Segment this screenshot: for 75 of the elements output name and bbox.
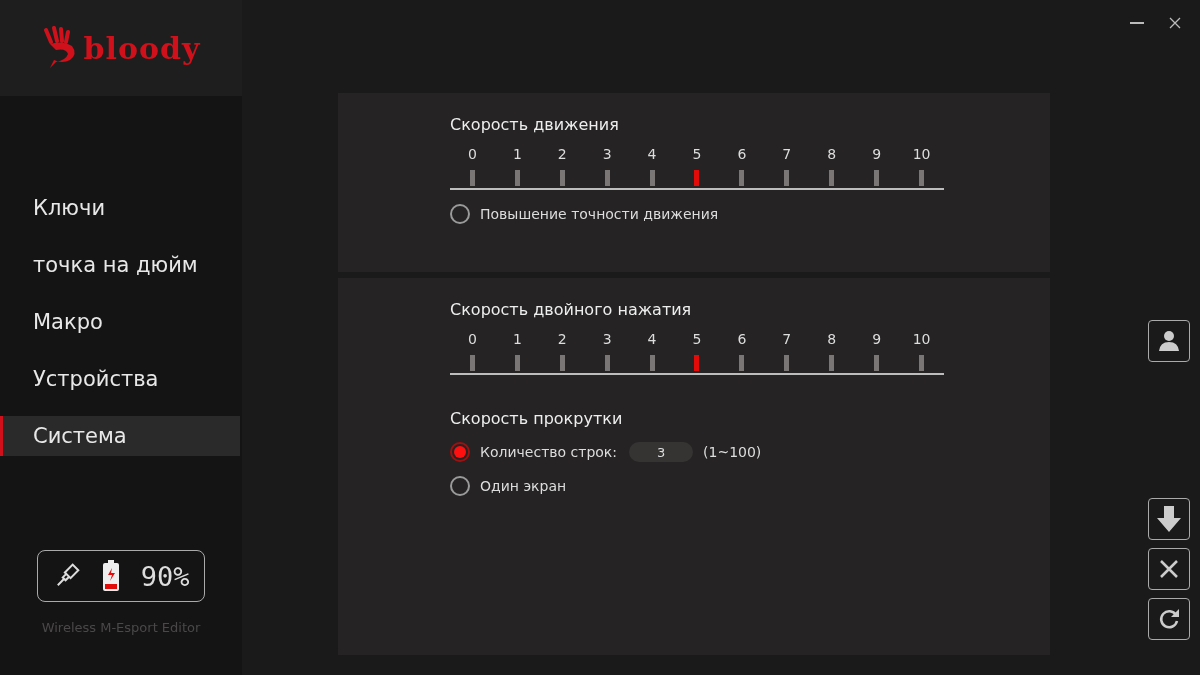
tick-mark[interactable] [919,355,925,371]
tick-mark[interactable] [469,355,475,371]
tick-mark[interactable] [919,170,925,186]
tick-mark[interactable] [784,170,790,186]
tick-label: 1 [512,331,522,347]
radio-button[interactable] [450,476,470,496]
tick-mark[interactable] [874,170,880,186]
tick-mark[interactable] [829,170,835,186]
tick-label: 0 [468,146,477,162]
sidebar-item[interactable]: Ключи [0,188,240,228]
tick-mark[interactable] [829,355,835,371]
tick-mark[interactable] [784,355,790,371]
battery-percentage: 90% [140,560,190,592]
tick-mark[interactable] [514,355,520,371]
tick-label: 9 [872,331,882,347]
tick-mark[interactable] [694,355,700,371]
tick-mark[interactable] [469,170,475,186]
tick-label: 6 [737,146,747,162]
option-label: Количество строк: [480,444,618,460]
profile-button[interactable] [1148,320,1190,362]
tick-label: 10 [912,331,931,347]
section-title: Скорость прокрутки [450,409,624,428]
tick-label: 5 [692,331,702,347]
minimize-icon [1130,22,1144,24]
tick-label: 4 [647,331,657,347]
input-field[interactable]: 3 [629,442,694,462]
tick-label: 3 [602,331,612,347]
sidebar-item[interactable]: точка на дюйм [0,245,240,285]
tick-label: 10 [912,146,931,162]
tick-label: 2 [557,146,567,162]
tick-mark[interactable] [874,355,880,371]
speed-scale[interactable]: 0 1 2 3 4 5 6 7 8 9 10 [450,146,944,190]
user-icon [1157,330,1181,352]
tick-label: 3 [602,146,612,162]
close-icon [1169,17,1181,29]
tick-label: 7 [782,146,792,162]
tick-mark[interactable] [649,170,655,186]
logo-text: bloody [83,30,201,66]
download-icon [1156,505,1182,533]
tick-mark[interactable] [604,355,610,371]
tick-mark[interactable] [739,355,745,371]
tick-label: 4 [647,146,657,162]
section-title: Скорость движения [450,115,620,134]
tick-mark[interactable] [739,170,745,186]
tick-mark[interactable] [514,170,520,186]
radio-button[interactable] [450,442,470,462]
sidebar-item[interactable]: Система [0,416,240,456]
radio-button[interactable] [450,204,470,224]
close-icon [1159,559,1179,579]
option-label: Один экран [480,478,567,494]
tick-label: 0 [468,331,477,347]
tick-label: 5 [692,146,702,162]
option-label: Повышение точности движения [480,206,719,222]
tick-label: 7 [782,331,792,347]
tick-label: 8 [827,146,837,162]
sidebar-item[interactable]: Устройства [0,359,240,399]
speed-scale[interactable]: 0 1 2 3 4 5 6 7 8 9 10 [450,331,944,375]
tick-mark[interactable] [649,355,655,371]
sidebar-item[interactable]: Макро [0,302,240,342]
close-button[interactable] [1148,548,1190,590]
tick-label: 9 [872,146,882,162]
tick-label: 2 [557,331,567,347]
tick-mark[interactable] [604,170,610,186]
range-hint: (1~100) [703,444,762,460]
section-title: Скорость двойного нажатия [450,300,693,319]
tick-label: 1 [512,146,522,162]
download-button[interactable] [1148,498,1190,540]
battery-icon [101,560,120,592]
tick-mark[interactable] [559,355,565,371]
refresh-icon [1157,607,1181,631]
tick-label: 6 [737,331,747,347]
tick-mark[interactable] [694,170,700,186]
tick-label: 8 [827,331,837,347]
tick-mark[interactable] [559,170,565,186]
reset-button[interactable] [1148,598,1190,640]
